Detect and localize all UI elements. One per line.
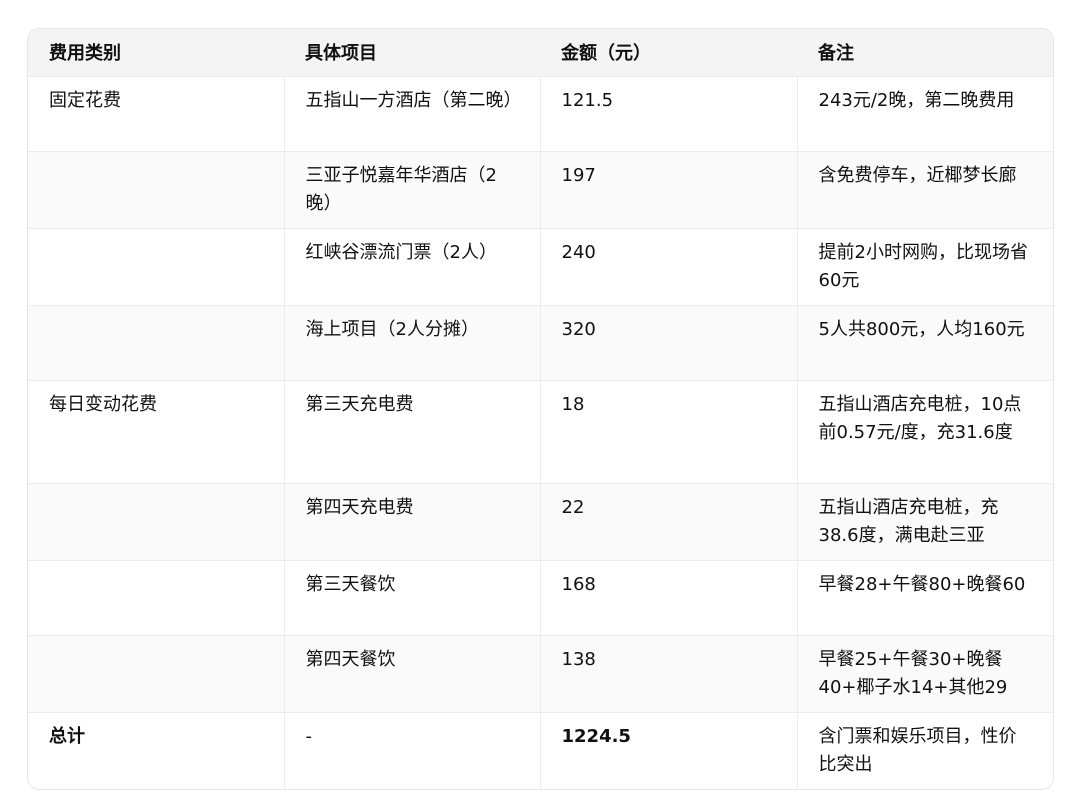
- cell-item: 红峡谷漂流门票（2人）: [283, 228, 540, 305]
- cell-note: 提前2小时网购，比现场省60元: [796, 228, 1053, 305]
- cell-amount: 121.5: [539, 76, 797, 151]
- cell-note: 早餐25+午餐30+晚餐40+椰子水14+其他29: [796, 635, 1053, 712]
- expense-table: 费用类别 具体项目 金额（元） 备注 固定花费 五指山一方酒店（第二晚） 121…: [28, 29, 1053, 789]
- table-row: 红峡谷漂流门票（2人） 240 提前2小时网购，比现场省60元: [28, 228, 1053, 305]
- cell-amount: 168: [539, 560, 797, 635]
- table-row: 每日变动花费 第三天充电费 18 五指山酒店充电桩，10点前0.57元/度，充3…: [28, 380, 1053, 483]
- header-note: 备注: [818, 43, 854, 65]
- cell-item: 第四天餐饮: [283, 635, 540, 712]
- table-row: 海上项目（2人分摊） 320 5人共800元，人均160元: [28, 305, 1053, 380]
- table-row: 三亚子悦嘉年华酒店（2晚） 197 含免费停车，近椰梦长廊: [28, 151, 1053, 228]
- cell-item: 三亚子悦嘉年华酒店（2晚）: [283, 151, 540, 228]
- expense-table-card: 费用类别 具体项目 金额（元） 备注 固定花费 五指山一方酒店（第二晚） 121…: [27, 28, 1054, 790]
- header-category: 费用类别: [49, 43, 121, 65]
- cell-item: 第四天充电费: [283, 483, 540, 560]
- cell-category: [28, 483, 284, 560]
- cell-item: 第三天充电费: [283, 380, 540, 483]
- cell-item: 五指山一方酒店（第二晚）: [283, 76, 540, 151]
- header-row: 费用类别 具体项目 金额（元） 备注: [28, 29, 1053, 76]
- table-row: 固定花费 五指山一方酒店（第二晚） 121.5 243元/2晚，第二晚费用: [28, 76, 1053, 151]
- cell-item: 海上项目（2人分摊）: [283, 305, 540, 380]
- cell-amount: 22: [539, 483, 797, 560]
- cell-category: [28, 560, 284, 635]
- cell-amount: 320: [539, 305, 797, 380]
- table-row: 第四天餐饮 138 早餐25+午餐30+晚餐40+椰子水14+其他29: [28, 635, 1053, 712]
- cell-category: [28, 635, 284, 712]
- cell-note: 5人共800元，人均160元: [796, 305, 1053, 380]
- cell-note: 五指山酒店充电桩，充38.6度，满电赴三亚: [796, 483, 1053, 560]
- cell-amount: 240: [539, 228, 797, 305]
- cell-category: [28, 228, 284, 305]
- cell-category: [28, 151, 284, 228]
- cell-note: 含门票和娱乐项目，性价比突出: [796, 712, 1053, 789]
- header-item: 具体项目: [305, 43, 377, 65]
- table-row: 第四天充电费 22 五指山酒店充电桩，充38.6度，满电赴三亚: [28, 483, 1053, 560]
- cell-note: 243元/2晚，第二晚费用: [796, 76, 1053, 151]
- cell-item: 第三天餐饮: [283, 560, 540, 635]
- table-body: 固定花费 五指山一方酒店（第二晚） 121.5 243元/2晚，第二晚费用 三亚…: [28, 76, 1053, 789]
- cell-category: [28, 305, 284, 380]
- table-header: 费用类别 具体项目 金额（元） 备注: [28, 29, 1053, 76]
- table-row: 第三天餐饮 168 早餐28+午餐80+晚餐60: [28, 560, 1053, 635]
- total-row: 总计 - 1224.5 含门票和娱乐项目，性价比突出: [28, 712, 1053, 789]
- cell-total-amount: 1224.5: [539, 712, 797, 789]
- header-amount: 金额（元）: [561, 43, 651, 65]
- cell-total-label: 总计: [49, 725, 85, 747]
- cell-note: 五指山酒店充电桩，10点前0.57元/度，充31.6度: [796, 380, 1053, 483]
- cell-amount: 18: [539, 380, 797, 483]
- cell-category: 每日变动花费: [49, 393, 157, 415]
- cell-amount: 197: [539, 151, 797, 228]
- cell-note: 含免费停车，近椰梦长廊: [796, 151, 1053, 228]
- cell-category: 固定花费: [49, 89, 121, 111]
- cell-item: -: [283, 712, 540, 789]
- cell-amount: 138: [539, 635, 797, 712]
- cell-note: 早餐28+午餐80+晚餐60: [796, 560, 1053, 635]
